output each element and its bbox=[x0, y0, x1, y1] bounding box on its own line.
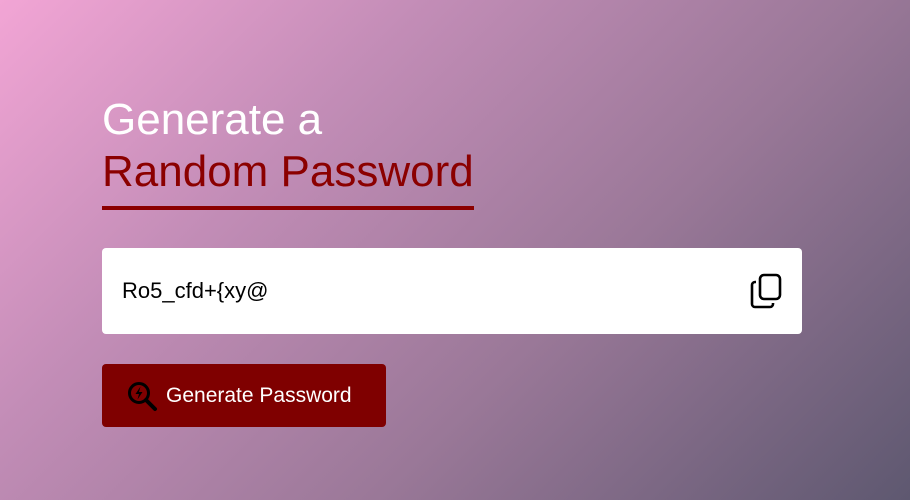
password-generator: Generate a Random Password Generate Pass… bbox=[102, 94, 802, 427]
title-line-1: Generate a bbox=[102, 95, 323, 144]
generate-password-button[interactable]: Generate Password bbox=[102, 364, 386, 427]
password-output-field[interactable] bbox=[122, 248, 722, 334]
generate-button-label: Generate Password bbox=[166, 384, 352, 407]
title-line-2: Random Password bbox=[102, 146, 474, 210]
copy-button[interactable] bbox=[750, 273, 784, 309]
search-lightning-icon bbox=[128, 382, 157, 411]
password-field-container bbox=[102, 248, 802, 334]
copy-icon bbox=[750, 273, 782, 309]
page-title: Generate a Random Password bbox=[102, 94, 474, 210]
